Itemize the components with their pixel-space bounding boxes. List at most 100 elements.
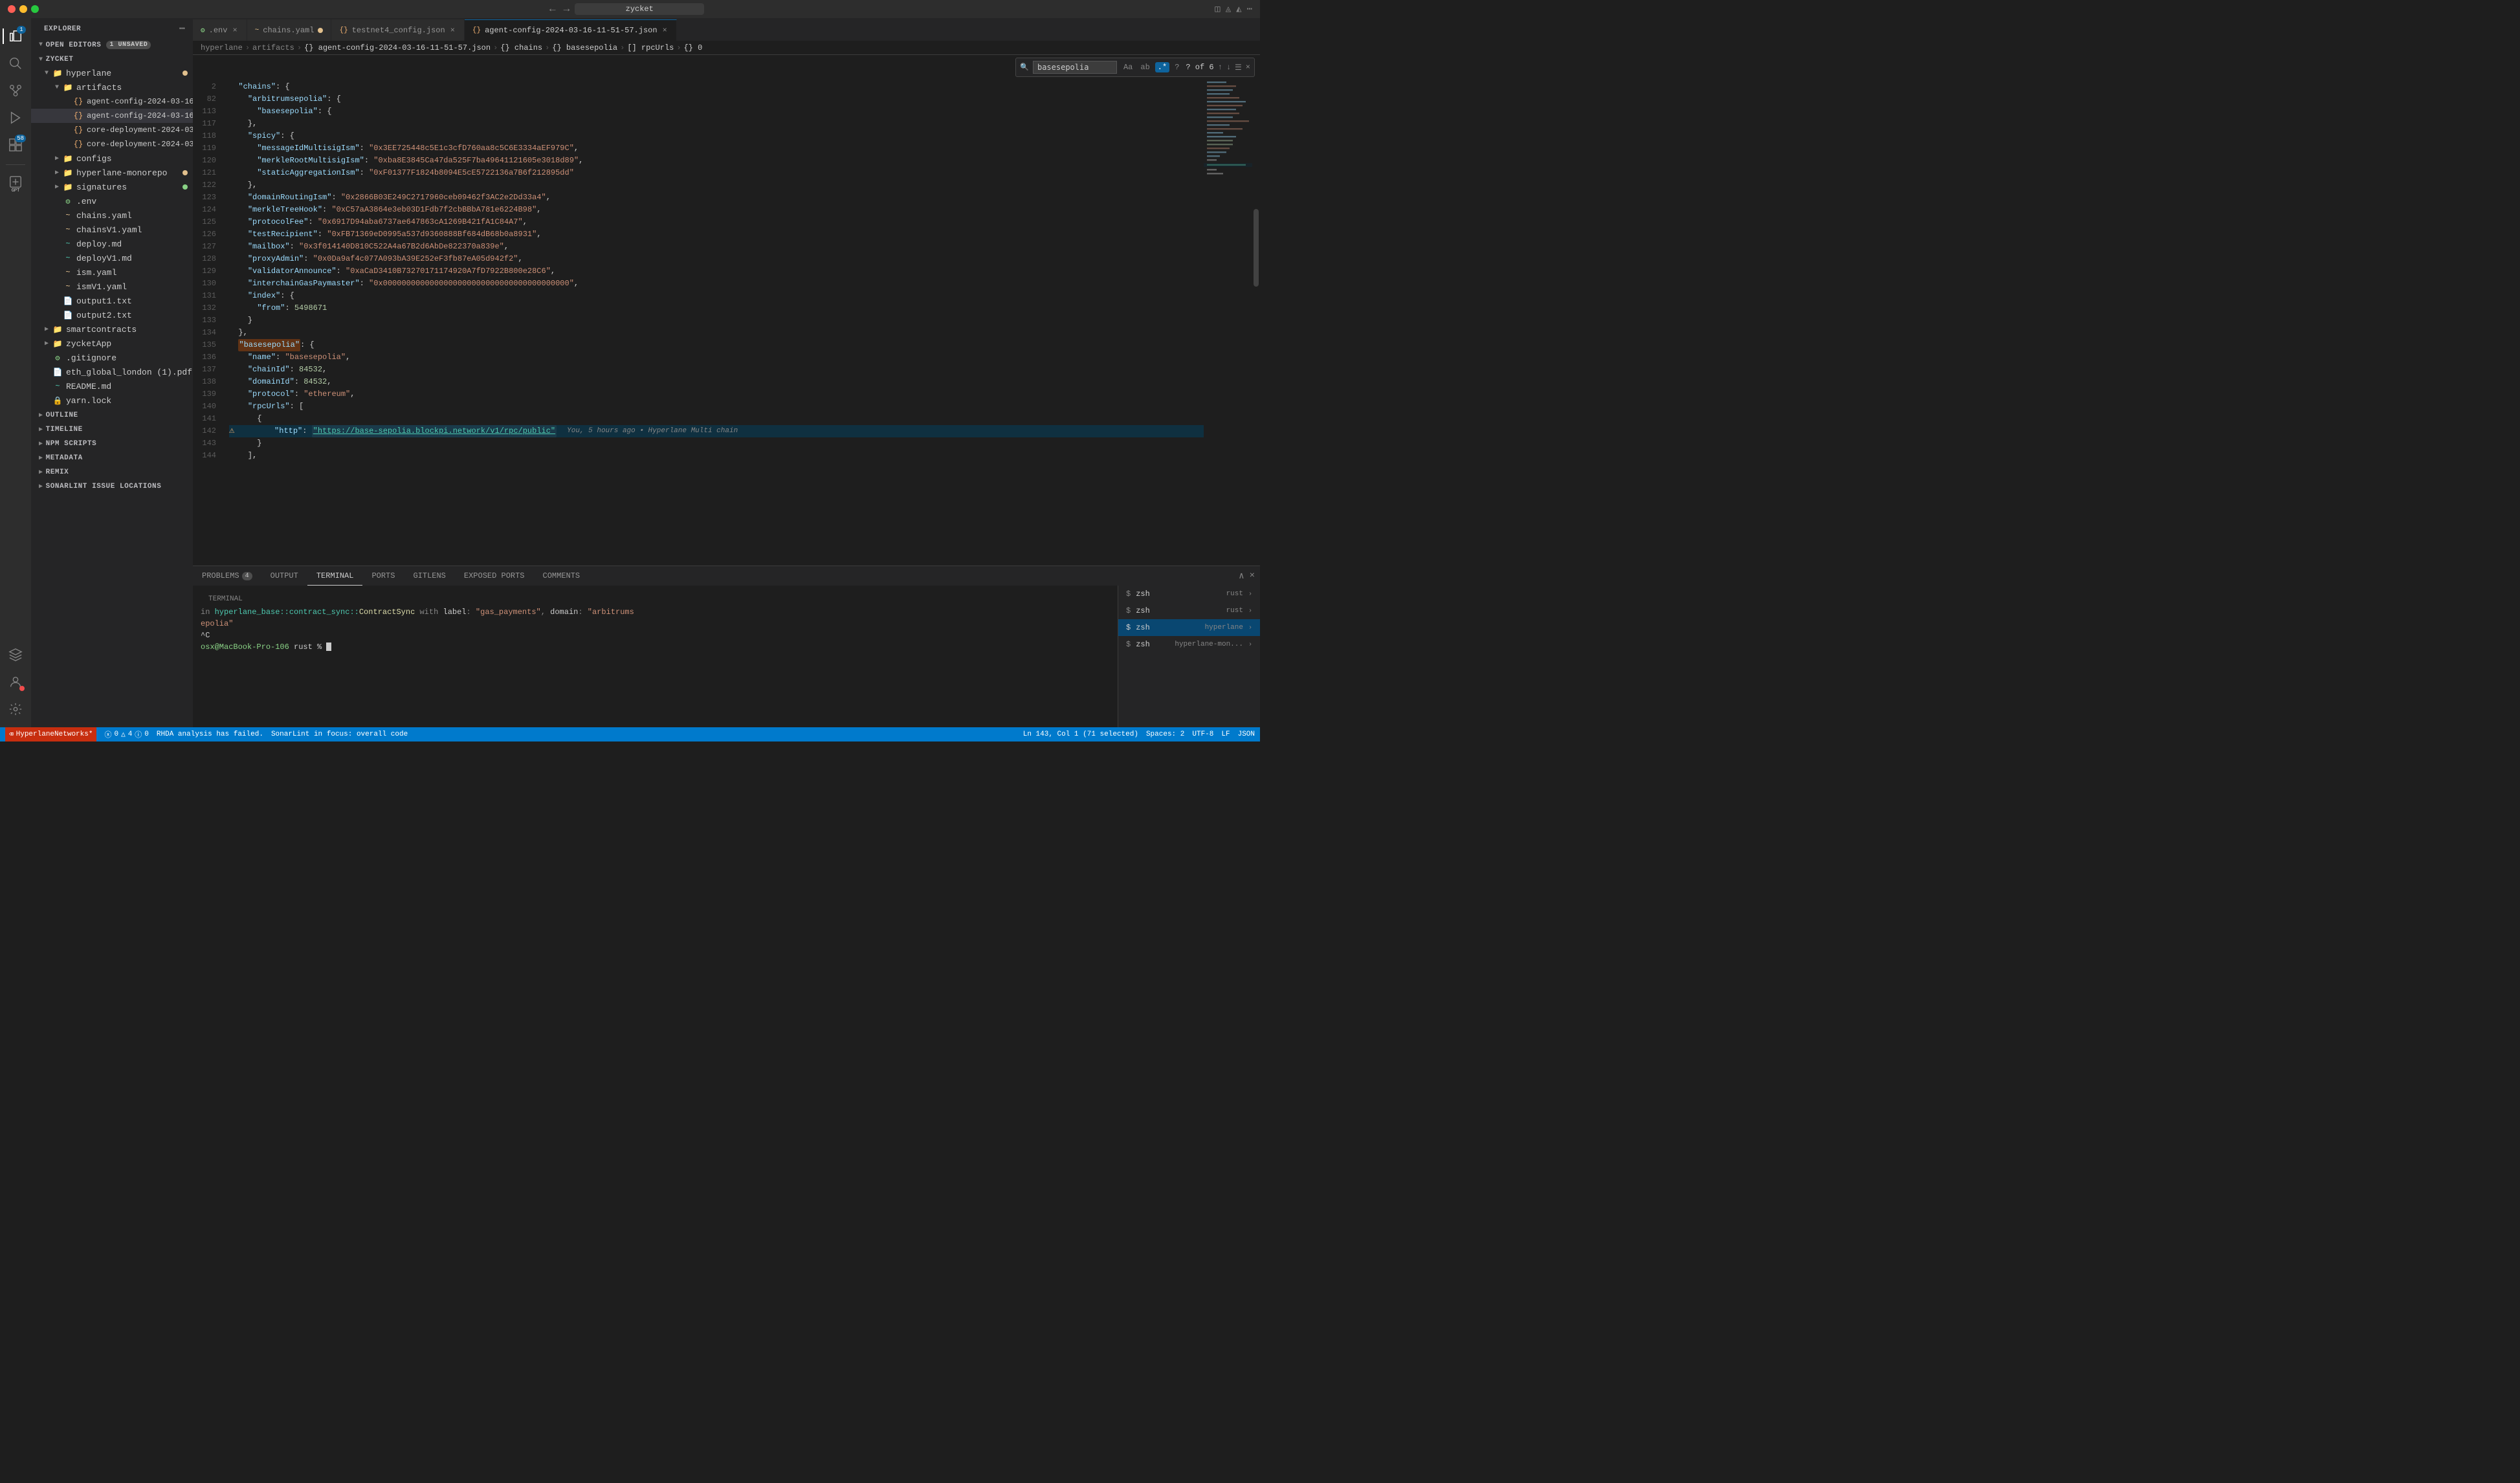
status-remote[interactable]: ⌫ HyperlaneNetworks* (5, 727, 96, 742)
tree-item-core-deployment-1[interactable]: {} core-deployment-2024-03-16-11-23-25.j… (31, 123, 193, 137)
find-prev[interactable]: ↑ (1218, 63, 1222, 72)
find-close[interactable]: × (1246, 63, 1250, 72)
sidebar-more-button[interactable]: ⋯ (179, 23, 185, 34)
panel-tab-comments[interactable]: COMMENTS (534, 566, 590, 586)
forward-arrow[interactable]: → (564, 3, 570, 15)
terminal-instance-2[interactable]: $ zsh rust › (1118, 602, 1260, 619)
tree-item-agent-config-2[interactable]: {} agent-config-2024-03-16-11-51-57.json (31, 109, 193, 123)
activity-settings[interactable] (3, 696, 28, 722)
panel-tab-gitlens[interactable]: GITLENS (404, 566, 454, 586)
tree-item-output1[interactable]: 📄 output1.txt (31, 294, 193, 308)
tree-item-chains-yaml[interactable]: ~ chains.yaml (31, 208, 193, 223)
status-sonar[interactable]: SonarLint in focus: overall code (271, 731, 408, 738)
find-opt-question[interactable]: ? (1172, 62, 1182, 72)
activity-accounts[interactable] (3, 669, 28, 695)
npm-scripts-section[interactable]: ▶ NPM SCRIPTS (31, 436, 193, 450)
tab-env[interactable]: ⚙ .env × (193, 19, 247, 41)
breadcrumb-rpcurls[interactable]: [] rpcUrls (627, 43, 674, 52)
tree-item-pdf[interactable]: 📄 eth_global_london (1).pdf (31, 365, 193, 379)
tree-item-agent-config-1[interactable]: {} agent-config-2024-03-16-11-23-25.json (31, 94, 193, 109)
panel-collapse[interactable]: ∧ (1239, 571, 1244, 582)
find-list[interactable]: ☰ (1235, 63, 1242, 72)
more-icon[interactable]: ⋯ (1247, 4, 1252, 15)
tree-item-deploy-md[interactable]: ~ deploy.md (31, 237, 193, 251)
tree-item-output2[interactable]: 📄 output2.txt (31, 308, 193, 322)
activity-source-control[interactable] (3, 78, 28, 104)
layout2-icon[interactable]: ◬ (1226, 4, 1231, 15)
tree-item-monorepo[interactable]: ▶ 📁 hyperlane-monorepo (31, 166, 193, 180)
status-analysis[interactable]: RHDA analysis has failed. (157, 731, 263, 738)
env-tab-close[interactable]: × (231, 26, 238, 35)
find-input[interactable] (1033, 61, 1117, 74)
layout-icon[interactable]: ◫ (1215, 4, 1220, 15)
breadcrumb-json[interactable]: {} agent-config-2024-03-16-11-51-57.json (304, 43, 491, 52)
tree-item-ismv1-yaml[interactable]: ~ ismV1.yaml (31, 280, 193, 294)
timeline-section[interactable]: ▶ TIMELINE (31, 422, 193, 436)
minimize-button[interactable] (19, 5, 27, 13)
status-eol[interactable]: LF (1221, 731, 1230, 738)
find-next[interactable]: ↓ (1226, 63, 1231, 72)
panel-close[interactable]: × (1250, 571, 1255, 581)
tree-item-ism-yaml[interactable]: ~ ism.yaml (31, 265, 193, 280)
sonarlint-section[interactable]: ▶ SONARLINT ISSUE LOCATIONS (31, 479, 193, 493)
breadcrumb-chains[interactable]: {} chains (500, 43, 542, 52)
activity-extensions[interactable]: 58 (3, 132, 28, 158)
tree-item-smartcontracts[interactable]: ▶ 📁 smartcontracts (31, 322, 193, 336)
panel-tab-ports[interactable]: PORTS (362, 566, 404, 586)
layout3-icon[interactable]: ◭ (1236, 4, 1241, 15)
breadcrumb-artifacts[interactable]: artifacts (252, 43, 294, 52)
metadata-section[interactable]: ▶ METADATA (31, 450, 193, 465)
status-encoding[interactable]: UTF-8 (1192, 731, 1213, 738)
activity-codegpt[interactable]: GPT (3, 169, 28, 195)
maximize-button[interactable] (31, 5, 39, 13)
tree-item-readme[interactable]: ~ README.md (31, 379, 193, 393)
open-editors-section[interactable]: ▼ OPEN EDITORS 1 unsaved (31, 37, 193, 52)
tree-item-artifacts[interactable]: ▼ 📁 artifacts (31, 80, 193, 94)
terminal-main[interactable]: TERMINAL in hyperlane_base::contract_syn… (193, 586, 1118, 727)
tree-item-configs[interactable]: ▶ 📁 configs (31, 151, 193, 166)
project-section[interactable]: ▼ ZYCKET (31, 52, 193, 66)
tree-item-signatures[interactable]: ▶ 📁 signatures (31, 180, 193, 194)
back-arrow[interactable]: ← (549, 3, 556, 15)
find-opt-word[interactable]: ab (1138, 62, 1152, 72)
outline-section[interactable]: ▶ OUTLINE (31, 408, 193, 422)
activity-search[interactable] (3, 50, 28, 76)
testnet4-tab-close[interactable]: × (449, 26, 456, 35)
status-spaces[interactable]: Spaces: 2 (1146, 731, 1184, 738)
status-errors[interactable]: ⓧ 0 △ 4 ⓘ 0 (104, 729, 148, 740)
status-language[interactable]: JSON (1238, 731, 1255, 738)
global-search-box[interactable]: zycket (575, 3, 704, 15)
activity-explorer[interactable]: 1 (3, 23, 28, 49)
scrollbar[interactable] (1252, 80, 1260, 566)
activity-remote[interactable] (3, 642, 28, 668)
tree-item-deployv1-md[interactable]: ~ deployV1.md (31, 251, 193, 265)
tree-item-chainsv1-yaml[interactable]: ~ chainsV1.yaml (31, 223, 193, 237)
status-position[interactable]: Ln 143, Col 1 (71 selected) (1023, 731, 1138, 738)
tab-testnet4[interactable]: {} testnet4_config.json × (331, 19, 464, 41)
panel-tab-output[interactable]: OUTPUT (261, 566, 307, 586)
find-opt-regex[interactable]: .* (1155, 62, 1169, 72)
tab-chains-yaml[interactable]: ~ chains.yaml (247, 19, 332, 41)
breadcrumb-0[interactable]: {} 0 (684, 43, 703, 52)
tree-item-env[interactable]: ⚙ .env (31, 194, 193, 208)
panel-tab-exposed-ports[interactable]: EXPOSED PORTS (455, 566, 534, 586)
tree-item-core-deployment-2[interactable]: {} core-deployment-2024-03-16-11-51-57.j… (31, 137, 193, 151)
tree-item-zycketapp[interactable]: ▶ 📁 zycketApp (31, 336, 193, 351)
terminal-instance-1[interactable]: $ zsh rust › (1118, 586, 1260, 602)
terminal-instance-3[interactable]: $ zsh hyperlane › (1118, 619, 1260, 636)
tree-item-hyperlane[interactable]: ▼ 📁 hyperlane (31, 66, 193, 80)
find-opt-case[interactable]: Aa (1121, 62, 1135, 72)
tree-item-yarn-lock[interactable]: 🔒 yarn.lock (31, 393, 193, 408)
tree-item-gitignore[interactable]: ⚙ .gitignore (31, 351, 193, 365)
panel-tab-terminal[interactable]: TERMINAL (307, 566, 363, 586)
breadcrumb-hyperlane[interactable]: hyperlane (201, 43, 243, 52)
scrollbar-thumb[interactable] (1254, 209, 1259, 287)
remix-section[interactable]: ▶ REMIX (31, 465, 193, 479)
activity-run[interactable] (3, 105, 28, 131)
close-button[interactable] (8, 5, 16, 13)
agent-config-tab-close[interactable]: × (661, 26, 669, 35)
panel-tab-problems[interactable]: PROBLEMS 4 (193, 566, 261, 586)
terminal-instance-4[interactable]: $ zsh hyperlane-mon... › (1118, 636, 1260, 653)
tab-agent-config[interactable]: {} agent-config-2024-03-16-11-51-57.json… (465, 19, 677, 41)
breadcrumb-basesepolia[interactable]: {} basesepolia (552, 43, 617, 52)
